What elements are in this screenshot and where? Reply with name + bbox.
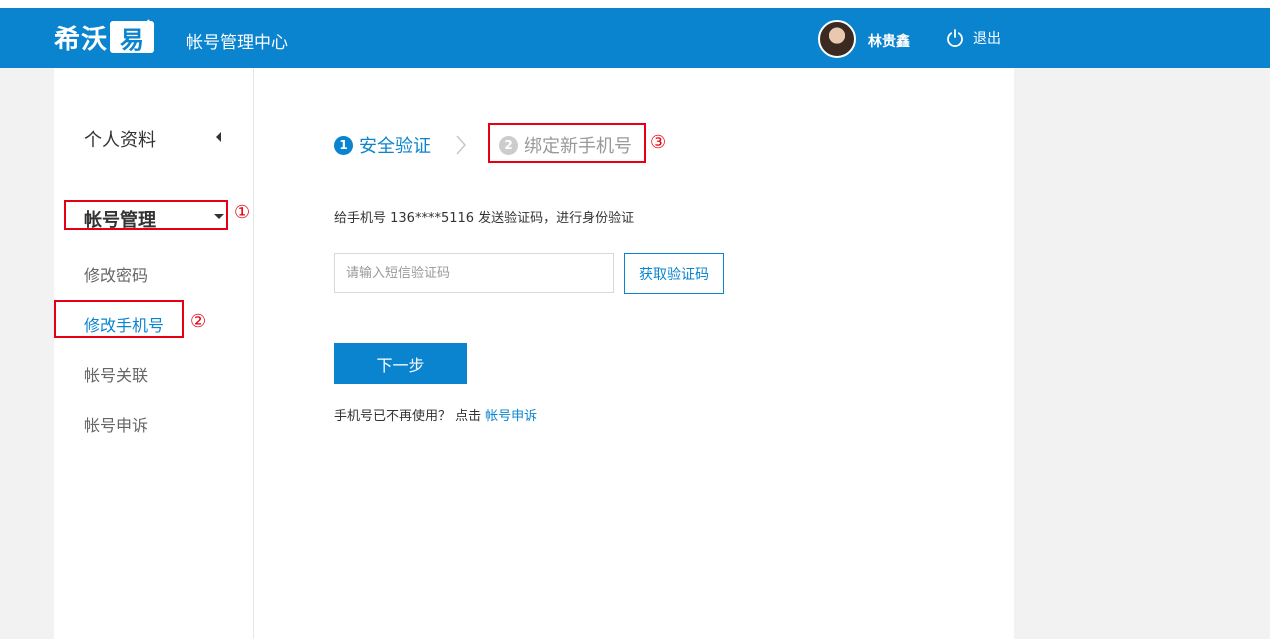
logout-label: 退出 — [973, 31, 1001, 47]
username[interactable]: 林贵鑫 — [868, 31, 910, 51]
caret-left-icon[interactable] — [216, 132, 221, 142]
sidebar: 个人资料 帐号管理 ① 修改密码 修改手机号 ② 帐号关联 帐号申诉 — [54, 68, 254, 639]
sidebar-item-account-link[interactable]: 帐号关联 — [84, 362, 148, 386]
main-panel: 1 安全验证 2 绑定新手机号 ③ 给手机号 136****5116 发送验证码… — [254, 68, 1014, 639]
avatar[interactable] — [818, 20, 856, 58]
logo[interactable]: 希沃 易 + — [54, 15, 156, 55]
annotation-3: ③ — [650, 132, 667, 153]
step-bind-new-phone: 2 绑定新手机号 — [499, 132, 632, 158]
appeal-link[interactable]: 帐号申诉 — [485, 409, 537, 424]
chevron-right-icon — [456, 135, 467, 155]
verify-description: 给手机号 136****5116 发送验证码，进行身份验证 — [334, 211, 635, 226]
power-icon — [947, 29, 963, 47]
logo-text: 希沃 — [54, 24, 109, 55]
step-security-verify: 1 安全验证 — [334, 132, 431, 158]
appeal-line: 手机号已不再使用？ 点击 帐号申诉 — [334, 405, 537, 424]
step2-number: 2 — [499, 135, 518, 155]
sidebar-item-personal[interactable]: 个人资料 — [84, 126, 156, 152]
sidebar-item-account-appeal[interactable]: 帐号申诉 — [84, 412, 148, 436]
sidebar-item-account[interactable]: 帐号管理 — [84, 206, 156, 232]
annotation-2: ② — [190, 311, 207, 332]
step1-label: 安全验证 — [359, 136, 431, 157]
caret-down-icon[interactable] — [214, 214, 224, 219]
next-step-button[interactable]: 下一步 — [334, 343, 467, 384]
appeal-text: 手机号已不再使用？ 点击 — [334, 409, 482, 424]
top-strip — [0, 0, 1270, 8]
step2-label: 绑定新手机号 — [524, 136, 632, 157]
header-title: 帐号管理中心 — [186, 33, 288, 53]
annotation-1: ① — [234, 202, 251, 223]
logo-plus: + — [140, 15, 157, 36]
sms-code-input[interactable] — [334, 253, 614, 293]
sidebar-item-change-password[interactable]: 修改密码 — [84, 262, 148, 286]
step1-number: 1 — [334, 135, 353, 155]
sidebar-item-change-phone[interactable]: 修改手机号 — [84, 312, 164, 336]
header-bar: 希沃 易 + 帐号管理中心 林贵鑫 退出 — [0, 8, 1270, 68]
get-code-button[interactable]: 获取验证码 — [624, 253, 724, 294]
logout-button[interactable]: 退出 — [946, 28, 1001, 48]
logo-box: 易 + — [110, 15, 156, 54]
